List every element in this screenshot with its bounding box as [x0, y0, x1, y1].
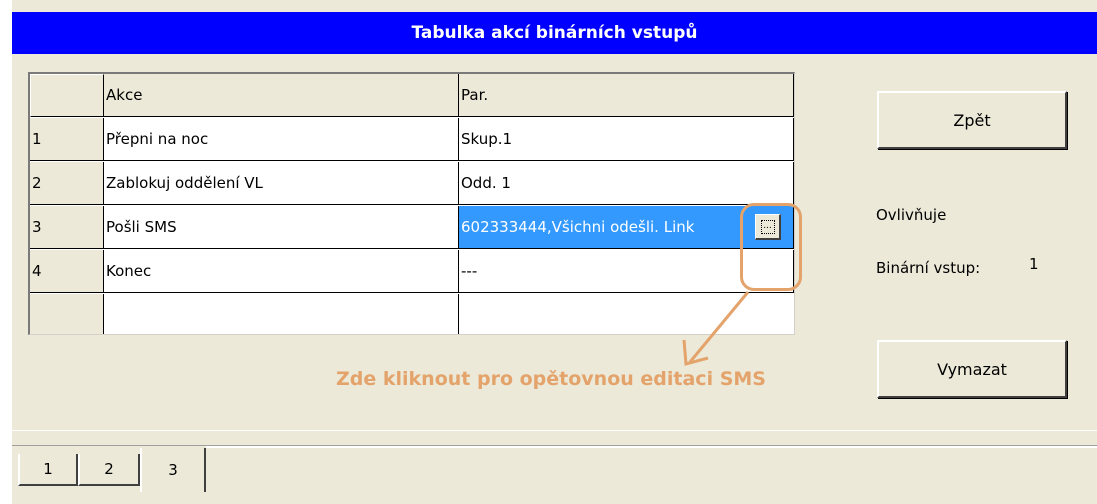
window-title: Tabulka akcí binárních vstupů [12, 12, 1097, 54]
param-cell[interactable]: --- [459, 250, 794, 293]
action-cell[interactable]: Přepni na noc [104, 118, 459, 161]
back-button[interactable]: Zpět [877, 91, 1067, 149]
affects-label: Ovlivňuje [876, 206, 947, 224]
table-row[interactable]: 4 Konec --- [30, 250, 794, 294]
action-cell[interactable]: Pošli SMS [104, 206, 459, 249]
action-cell[interactable]: Zablokuj oddělení VL [104, 162, 459, 205]
table-row[interactable]: 2 Zablokuj oddělení VL Odd. 1 [30, 162, 794, 206]
param-cell-selected[interactable]: 602333444,Všichni odešli. Link ... [459, 206, 794, 249]
edit-sms-button[interactable]: ... [755, 214, 781, 240]
row-number[interactable]: 1 [30, 118, 104, 161]
table-row[interactable]: 1 Přepni na noc Skup.1 [30, 118, 794, 162]
grid-header-corner [30, 74, 104, 117]
grid-header-row: Akce Par. [30, 74, 794, 118]
tab-1[interactable]: 1 [18, 454, 78, 486]
dialog-window: Tabulka akcí binárních vstupů Akce Par. … [12, 0, 1097, 504]
tab-3-active[interactable]: 3 [140, 448, 206, 492]
row-number[interactable]: 4 [30, 250, 104, 293]
param-cell-partial [459, 294, 794, 334]
binary-input-label: Binární vstup: [876, 259, 981, 277]
tab-2[interactable]: 2 [78, 454, 140, 486]
clear-button[interactable]: Vymazat [877, 340, 1067, 398]
binary-input-value: 1 [1029, 255, 1039, 273]
tab-strip [12, 430, 1097, 446]
row-number[interactable]: 2 [30, 162, 104, 205]
grid-header-param[interactable]: Par. [459, 74, 794, 117]
grid-header-action[interactable]: Akce [104, 74, 459, 117]
action-cell-partial [104, 294, 459, 334]
tab-baseline [206, 446, 1097, 448]
annotation-text: Zde kliknout pro opětovnou editaci SMS [336, 368, 766, 390]
param-cell[interactable]: Skup.1 [459, 118, 794, 161]
actions-grid[interactable]: Akce Par. 1 Přepni na noc Skup.1 2 Zablo… [28, 72, 795, 335]
param-cell-text: 602333444,Všichni odešli. Link [461, 218, 695, 236]
ellipsis-icon: ... [760, 219, 775, 234]
action-cell[interactable]: Konec [104, 250, 459, 293]
table-row[interactable]: 3 Pošli SMS 602333444,Všichni odešli. Li… [30, 206, 794, 250]
table-row-partial [30, 294, 794, 334]
row-number[interactable]: 3 [30, 206, 104, 249]
row-number-partial [30, 294, 104, 334]
param-cell[interactable]: Odd. 1 [459, 162, 794, 205]
